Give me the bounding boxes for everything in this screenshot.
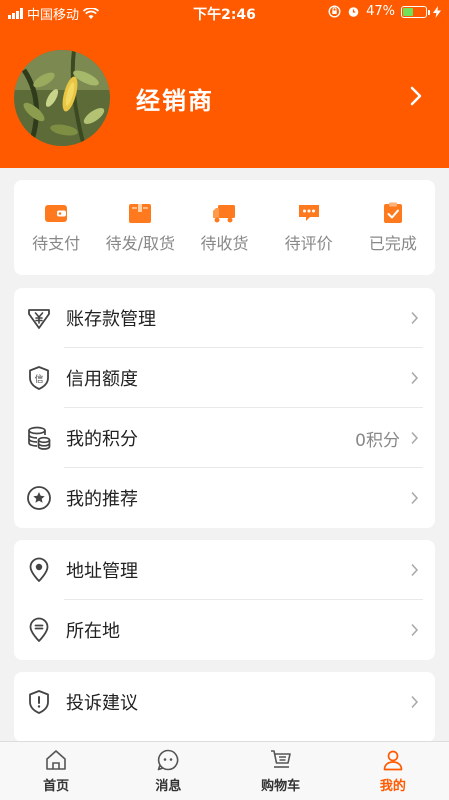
tab-label: 首页 xyxy=(43,779,70,794)
menu-item-complaints[interactable]: 投诉建议 xyxy=(14,672,435,732)
chevron-right-icon xyxy=(410,426,419,450)
order-pending-review[interactable]: 待评价 xyxy=(269,202,349,254)
chevron-right-icon[interactable] xyxy=(409,83,423,113)
tab-label: 消息 xyxy=(155,779,182,794)
order-pending-receipt[interactable]: 待收货 xyxy=(184,202,264,254)
clipboard-check-icon xyxy=(383,202,402,223)
chevron-right-icon xyxy=(410,618,419,642)
status-bar: 中国移动 下午2:46 47% xyxy=(0,0,449,24)
order-status-card: 待支付 待发/取货 待收货 待评价 已完成 xyxy=(14,180,435,275)
avatar-image xyxy=(14,50,110,146)
menu-label: 我的积分 xyxy=(66,429,138,450)
cart-icon xyxy=(270,750,291,768)
menu-group-address: 地址管理 所在地 xyxy=(14,540,435,660)
location-marker-icon xyxy=(29,617,49,642)
comment-icon xyxy=(298,204,319,221)
chevron-right-icon xyxy=(410,690,419,714)
message-icon xyxy=(158,749,179,771)
order-pending-shipment[interactable]: 待发/取货 xyxy=(100,202,180,254)
order-label: 待评价 xyxy=(284,233,333,253)
rotation-lock-icon xyxy=(328,5,341,18)
profile-header: 中国移动 下午2:46 47% 经销商 xyxy=(0,0,449,168)
order-pending-payment[interactable]: 待支付 xyxy=(16,202,96,254)
location-pin-icon xyxy=(29,557,49,582)
order-label: 待支付 xyxy=(32,233,81,253)
chevron-right-icon xyxy=(410,558,419,582)
menu-item-credit-limit[interactable]: 信 信用额度 xyxy=(14,348,435,408)
menu-item-deposit-management[interactable]: 账存款管理 xyxy=(14,288,435,348)
battery-percent: 47% xyxy=(366,4,395,19)
wallet-icon xyxy=(45,204,68,222)
menu-group-account: 账存款管理 信 信用额度 我的积分 0积分 我的推荐 xyxy=(14,288,435,528)
avatar[interactable] xyxy=(14,50,110,146)
points-value: 0积分 xyxy=(355,430,400,451)
menu-label: 投诉建议 xyxy=(66,693,138,714)
tab-messages[interactable]: 消息 xyxy=(112,742,224,800)
profile-row[interactable]: 经销商 xyxy=(14,48,435,148)
menu-label: 账存款管理 xyxy=(66,309,156,330)
tab-label: 购物车 xyxy=(261,779,301,794)
menu-label: 信用额度 xyxy=(66,369,138,390)
package-icon xyxy=(129,203,152,223)
chevron-right-icon xyxy=(410,366,419,390)
chevron-right-icon xyxy=(410,486,419,510)
bottom-tab-bar: 首页 消息 购物车 我的 xyxy=(0,741,449,800)
credit-shield-icon: 信 xyxy=(29,366,49,390)
star-circle-icon xyxy=(27,486,51,510)
menu-label: 地址管理 xyxy=(66,561,138,582)
tab-label: 我的 xyxy=(379,779,406,794)
menu-item-location[interactable]: 所在地 xyxy=(14,600,435,660)
menu-label: 我的推荐 xyxy=(66,489,138,510)
tab-cart[interactable]: 购物车 xyxy=(225,742,337,800)
coins-icon xyxy=(28,426,51,450)
svg-text:信: 信 xyxy=(34,373,43,385)
charging-icon xyxy=(433,5,441,18)
profile-name: 经销商 xyxy=(136,86,214,115)
alarm-icon xyxy=(348,7,359,17)
order-label: 已完成 xyxy=(368,233,417,253)
user-icon xyxy=(383,750,403,771)
alert-shield-icon xyxy=(29,690,49,714)
yen-shield-icon xyxy=(28,309,50,329)
order-label: 待收货 xyxy=(200,233,249,253)
menu-label: 所在地 xyxy=(66,621,120,642)
menu-item-my-referrals[interactable]: 我的推荐 xyxy=(14,468,435,528)
menu-item-address-management[interactable]: 地址管理 xyxy=(14,540,435,600)
status-right: 47% xyxy=(328,4,441,19)
battery-icon xyxy=(401,5,430,18)
menu-group-feedback: 投诉建议 xyxy=(14,672,435,742)
home-icon xyxy=(46,750,66,770)
tab-mine[interactable]: 我的 xyxy=(337,742,449,800)
order-completed[interactable]: 已完成 xyxy=(353,202,433,254)
order-label: 待发/取货 xyxy=(105,233,175,253)
menu-item-my-points[interactable]: 我的积分 0积分 xyxy=(14,408,435,468)
chevron-right-icon xyxy=(410,306,419,330)
truck-icon xyxy=(213,204,236,222)
tab-home[interactable]: 首页 xyxy=(0,742,112,800)
